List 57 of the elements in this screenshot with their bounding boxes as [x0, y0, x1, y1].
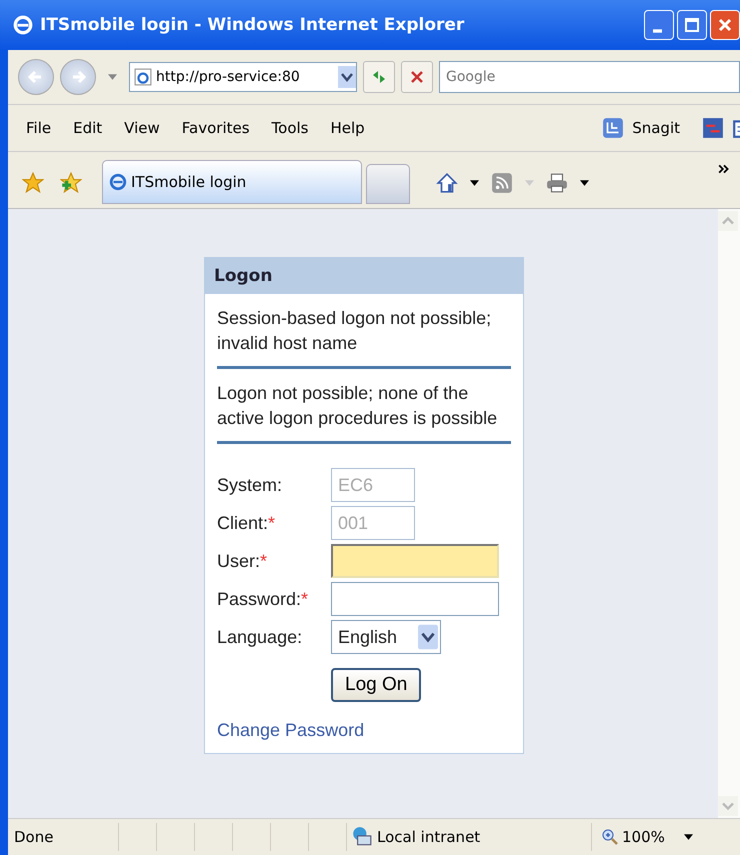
field-label: Password: — [217, 588, 302, 608]
log-on-button[interactable]: Log On — [331, 668, 422, 702]
maximize-icon — [682, 15, 702, 35]
dropdown-icon[interactable] — [470, 180, 479, 186]
menu-item[interactable]: Edit — [73, 119, 102, 137]
printer-icon[interactable] — [546, 172, 568, 194]
page-icon — [134, 68, 152, 86]
search-field[interactable]: Google — [439, 61, 740, 93]
status-text: Done — [13, 828, 54, 846]
zoom-level[interactable]: 100% — [622, 828, 665, 846]
add-favorite-icon[interactable] — [60, 172, 82, 194]
feed-icon[interactable] — [491, 172, 513, 194]
field-label: User: — [217, 550, 260, 570]
stop-button[interactable] — [401, 61, 433, 93]
window-title: ITSmobile login - Windows Internet Explorer — [40, 15, 466, 35]
new-tab-button[interactable] — [366, 164, 410, 204]
dropdown-icon[interactable] — [684, 834, 693, 840]
window-icon[interactable] — [702, 117, 724, 139]
field-label: Language: — [217, 626, 302, 646]
language-dropdown[interactable]: English — [331, 620, 441, 654]
browser-tab[interactable]: ITSmobile login — [102, 160, 362, 204]
zoom-icon[interactable] — [602, 829, 618, 845]
dropdown-icon[interactable] — [580, 180, 589, 186]
required-marker: * — [268, 512, 276, 532]
address-field[interactable]: http://pro-service:80 — [129, 62, 357, 92]
error-message: Session-based logon not possible; invalid host name — [217, 306, 511, 369]
forward-button[interactable] — [60, 59, 96, 95]
menu-item[interactable]: View — [124, 119, 160, 137]
star-icon[interactable] — [22, 172, 44, 194]
panel-title: Logon — [205, 258, 523, 294]
network-icon — [351, 826, 373, 848]
minimize-button[interactable] — [644, 10, 674, 40]
chevron-icon[interactable] — [718, 164, 730, 174]
close-button[interactable] — [710, 10, 740, 40]
password-field[interactable] — [331, 582, 499, 616]
minimize-icon — [652, 29, 662, 33]
field-label: Client: — [217, 512, 268, 532]
menu-item[interactable]: Tools — [272, 119, 308, 137]
menu-item[interactable]: Help — [330, 119, 365, 137]
field-label: System: — [217, 474, 282, 494]
required-marker: * — [260, 550, 268, 570]
browser-logo-icon — [12, 14, 34, 36]
required-marker: * — [301, 588, 308, 608]
zone-text: Local intranet — [377, 828, 480, 846]
back-button[interactable] — [18, 59, 54, 95]
input-field[interactable] — [331, 544, 499, 578]
refresh-button[interactable] — [363, 61, 395, 93]
change-password-link[interactable]: Change Password — [217, 720, 364, 741]
maximize-button[interactable] — [677, 10, 707, 40]
error-message: Logon not possible; none of the active logon procedures is possible — [217, 381, 511, 444]
snagit-button[interactable]: Snagit — [632, 119, 680, 137]
dropdown-icon[interactable] — [338, 65, 356, 89]
browser-logo-icon — [109, 173, 127, 191]
home-icon[interactable] — [436, 172, 458, 194]
menu-item[interactable]: File — [26, 119, 52, 137]
snagit-icon[interactable] — [602, 117, 624, 139]
menu-item[interactable]: Favorites — [182, 119, 250, 137]
